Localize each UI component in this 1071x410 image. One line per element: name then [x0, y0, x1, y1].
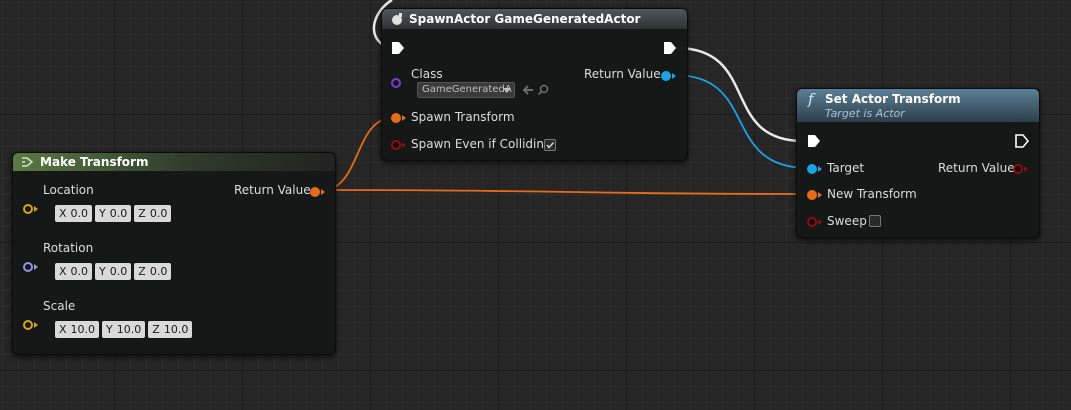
- function-icon: f: [808, 90, 814, 108]
- set-return-value-label: Return Value: [938, 161, 1015, 175]
- location-y-field[interactable]: Y 0.0: [95, 205, 132, 222]
- set-actor-transform-header[interactable]: f Set Actor Transform Target is Actor: [797, 89, 1039, 122]
- spawn-transform-pin-arrow: [402, 115, 406, 121]
- sweep-pin[interactable]: [807, 217, 817, 227]
- object-wire-return-to-target: [673, 74, 809, 169]
- scale-label: Scale: [43, 299, 76, 313]
- sweep-label: Sweep: [827, 214, 867, 228]
- spawn-even-if-colliding-label: Spawn Even if Colliding: [411, 137, 552, 151]
- exec-wire-spawn-to-set: [675, 46, 803, 143]
- browse-search-icon[interactable]: [537, 84, 549, 96]
- new-transform-label: New Transform: [827, 187, 917, 201]
- scale-y-field[interactable]: Y 10.0: [102, 321, 146, 338]
- location-pin-arrow: [34, 206, 38, 212]
- new-transform-pin-arrow: [818, 192, 822, 198]
- spawn-actor-icon: [392, 13, 402, 25]
- rotation-vector-fields: X 0.0 Y 0.0 Z 0.0: [55, 263, 172, 280]
- make-return-value-pin-arrow: [321, 189, 325, 195]
- location-x-field[interactable]: X 0.0: [55, 205, 93, 222]
- spawn-actor-header[interactable]: SpawnActor GameGeneratedActor: [382, 9, 687, 29]
- sweep-pin-arrow: [818, 219, 822, 225]
- return-value-pin-arrow: [672, 73, 676, 79]
- exec-out-pin[interactable]: [663, 41, 677, 55]
- spawn-even-if-colliding-pin[interactable]: [391, 140, 401, 150]
- location-vector-fields: X 0.0 Y 0.0 Z 0.0: [55, 205, 172, 222]
- use-selected-arrow-icon[interactable]: [522, 84, 534, 96]
- location-label: Location: [43, 183, 94, 197]
- new-transform-pin[interactable]: [807, 190, 817, 200]
- spawn-transform-label: Spawn Transform: [411, 110, 515, 124]
- transform-wire-make-to-set: [322, 189, 809, 195]
- chevron-down-icon: [503, 88, 511, 93]
- sweep-checkbox[interactable]: [869, 215, 881, 227]
- location-pin[interactable]: [23, 204, 33, 214]
- exec-in-pin[interactable]: [391, 41, 405, 55]
- make-transform-node[interactable]: Make Transform Return Value Location X 0.…: [12, 152, 336, 355]
- rotation-pin-arrow: [34, 264, 38, 270]
- spawn-even-if-colliding-checkbox[interactable]: [544, 139, 556, 151]
- scale-z-field[interactable]: Z 10.0: [148, 321, 193, 338]
- set-return-value-pin-arrow: [1024, 166, 1028, 172]
- rotation-x-field[interactable]: X 0.0: [55, 263, 93, 280]
- set-exec-out-pin[interactable]: [1015, 134, 1029, 148]
- make-transform-title: Make Transform: [40, 155, 149, 169]
- scale-vector-fields: X 10.0 Y 10.0 Z 10.0: [55, 321, 193, 338]
- set-return-value-pin[interactable]: [1013, 164, 1023, 174]
- target-pin[interactable]: [807, 164, 817, 174]
- target-label: Target: [827, 161, 865, 175]
- spawn-even-if-colliding-pin-arrow: [402, 142, 406, 148]
- make-transform-header[interactable]: Make Transform: [13, 153, 335, 171]
- spawn-actor-node[interactable]: SpawnActor GameGeneratedActor Class Game…: [381, 8, 688, 161]
- checkmark-icon: [546, 141, 555, 149]
- spawn-actor-title: SpawnActor GameGeneratedActor: [409, 12, 641, 26]
- set-exec-in-pin[interactable]: [807, 134, 821, 148]
- spawn-transform-pin[interactable]: [391, 113, 401, 123]
- scale-pin-arrow: [34, 322, 38, 328]
- set-actor-transform-subtitle: Target is Actor: [825, 107, 905, 120]
- return-value-label: Return Value: [584, 67, 661, 81]
- class-dropdown-value: GameGeneratedA: [422, 84, 512, 95]
- target-pin-arrow: [818, 166, 822, 172]
- location-z-field[interactable]: Z 0.0: [134, 205, 172, 222]
- scale-pin[interactable]: [23, 320, 33, 330]
- class-dropdown[interactable]: GameGeneratedA: [417, 82, 515, 98]
- return-value-pin[interactable]: [661, 71, 671, 81]
- rotation-pin[interactable]: [23, 262, 33, 272]
- set-actor-transform-node[interactable]: f Set Actor Transform Target is Actor Ta…: [796, 88, 1040, 238]
- rotation-y-field[interactable]: Y 0.0: [95, 263, 132, 280]
- rotation-z-field[interactable]: Z 0.0: [134, 263, 172, 280]
- class-pin-label: Class: [411, 67, 443, 81]
- scale-x-field[interactable]: X 10.0: [55, 321, 100, 338]
- set-actor-transform-title: Set Actor Transform: [825, 92, 961, 106]
- rotation-label: Rotation: [43, 241, 94, 255]
- class-pin[interactable]: [391, 78, 401, 88]
- make-return-value-label: Return Value: [234, 183, 311, 197]
- make-struct-icon: [22, 157, 34, 167]
- make-return-value-pin[interactable]: [310, 187, 320, 197]
